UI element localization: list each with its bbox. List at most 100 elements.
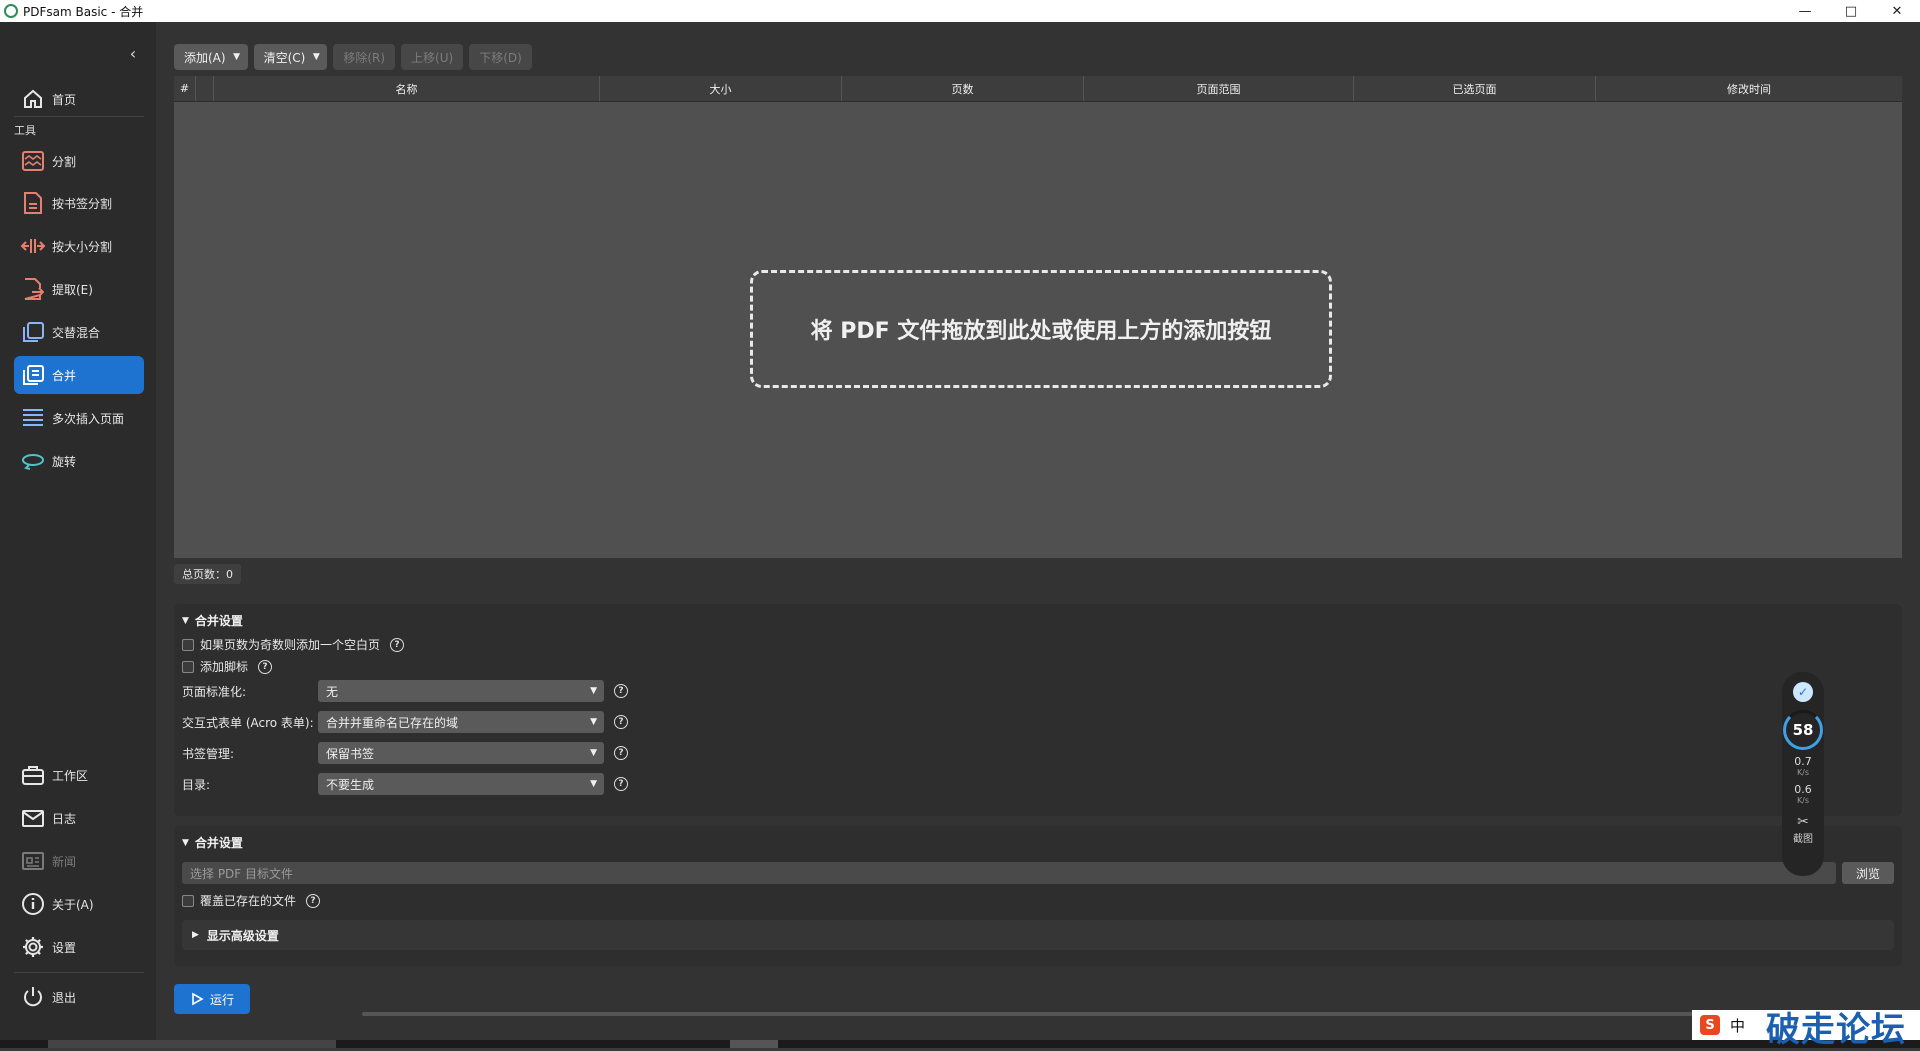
sidebar-item-label: 日志 [52, 811, 77, 826]
panel-title: 合并设置 [194, 614, 243, 628]
merge-settings-panel: ▼ 合并设置 如果页数为奇数则添加一个空白页 ? 添加脚标 ? 页面标准化: 无… [174, 604, 1902, 816]
sidebar-item-exit[interactable]: 退出 [14, 978, 144, 1016]
sidebar-item-label: 新闻 [52, 854, 77, 869]
overwrite-option[interactable]: 覆盖已存在的文件 ? [182, 892, 321, 909]
help-icon[interactable]: ? [614, 746, 628, 760]
taskbar-item[interactable] [730, 1040, 778, 1048]
sidebar-item-alternate-mix[interactable]: 交替混合 [14, 313, 144, 351]
check-icon[interactable]: ✓ [1793, 682, 1813, 702]
network-monitor-widget[interactable]: ✓ 58 0.7 K/s 0.6 K/s ✂ 截图 [1782, 672, 1824, 876]
advanced-settings-label: 显示高级设置 [206, 928, 279, 943]
speed-unit: K/s [1796, 796, 1810, 805]
news-icon [20, 848, 46, 874]
panel-title: 合并设置 [194, 836, 243, 850]
sidebar-item-logs[interactable]: 日志 [14, 799, 144, 837]
overwrite-checkbox[interactable] [182, 894, 194, 907]
triangle-right-icon: ▶ [192, 930, 199, 940]
sidebar-item-insert-pages[interactable]: 多次插入页面 [14, 399, 144, 437]
ime-mode[interactable]: 中 [1730, 1015, 1745, 1036]
table-header: # 名称 大小 页数 页面范围 已选页面 修改时间 [174, 76, 1902, 102]
taskbar-item[interactable] [48, 1040, 336, 1048]
triangle-down-icon: ▼ [182, 615, 189, 626]
sidebar-item-news[interactable]: 新闻 [14, 842, 144, 880]
chevron-down-icon[interactable]: ▼ [226, 44, 248, 70]
maximize-icon[interactable]: □ [1828, 0, 1874, 22]
column-header-page-range[interactable]: 页面范围 [1084, 76, 1354, 101]
column-header-size[interactable]: 大小 [600, 76, 842, 101]
help-icon[interactable]: ? [258, 659, 273, 674]
close-icon[interactable]: ✕ [1874, 0, 1920, 22]
download-speed: 0.6 K/s [1794, 784, 1812, 806]
footer-checkbox[interactable] [182, 660, 194, 673]
minimize-icon[interactable]: — [1782, 0, 1828, 22]
select-value: 保留书签 [326, 746, 375, 761]
sogou-logo-icon: S [1700, 1015, 1720, 1035]
sidebar-item-label: 交替混合 [52, 325, 101, 340]
merge-settings-header[interactable]: ▼ 合并设置 [182, 612, 243, 629]
blank-page-option[interactable]: 如果页数为奇数则添加一个空白页 ? [182, 636, 405, 653]
chevron-down-icon[interactable]: ▼ [305, 44, 327, 70]
sidebar-item-merge[interactable]: 合并 [14, 356, 144, 394]
sidebar-item-label: 按大小分割 [52, 239, 113, 254]
chevron-down-icon: ▼ [590, 748, 597, 758]
sidebar-item-label: 分割 [52, 154, 77, 169]
sidebar-item-workspace[interactable]: 工作区 [14, 756, 144, 794]
run-button[interactable]: 运行 [174, 984, 250, 1014]
add-button[interactable]: 添加(A) ▼ [174, 44, 248, 70]
chevron-left-icon[interactable]: ‹ [124, 44, 142, 63]
clear-button-label: 清空(C) [263, 50, 306, 65]
bookmarks-select[interactable]: 保留书签 ▼ [318, 742, 604, 764]
help-icon[interactable]: ? [614, 715, 628, 729]
run-button-label: 运行 [209, 992, 234, 1007]
file-dropzone[interactable]: 将 PDF 文件拖放到此处或使用上方的添加按钮 [750, 270, 1332, 388]
home-icon [20, 86, 46, 112]
column-header-modified[interactable]: 修改时间 [1596, 76, 1902, 101]
sidebar-item-label: 退出 [52, 990, 77, 1005]
sidebar-item-extract[interactable]: 提取(E) [14, 270, 144, 308]
sidebar-item-label: 合并 [52, 368, 77, 383]
acroforms-select[interactable]: 合并并重命名已存在的域 ▼ [318, 711, 604, 733]
help-icon[interactable]: ? [614, 777, 628, 791]
advanced-settings-toggle[interactable]: ▶ 显示高级设置 [182, 920, 1894, 950]
clear-button[interactable]: 清空(C) ▼ [253, 44, 328, 70]
output-settings-panel: ▼ 合并设置 选择 PDF 目标文件 浏览 覆盖已存在的文件 ? ▶ 显示高级设… [174, 826, 1902, 966]
help-icon[interactable]: ? [614, 684, 628, 698]
sidebar-item-label: 多次插入页面 [52, 411, 125, 426]
column-header-selected-pages[interactable]: 已选页面 [1354, 76, 1596, 101]
gear-icon [20, 934, 46, 960]
alternate-mix-icon [20, 319, 46, 345]
extract-icon [20, 276, 46, 302]
watermark-logo: 破走论坛 [1766, 1010, 1906, 1050]
sidebar-item-split-by-bookmarks[interactable]: 按书签分割 [14, 184, 144, 222]
move-down-button[interactable]: 下移(D) [469, 44, 532, 70]
footer-option[interactable]: 添加脚标 ? [182, 658, 273, 675]
help-icon[interactable]: ? [390, 637, 405, 652]
column-header-status[interactable] [196, 76, 214, 101]
sidebar-item-home[interactable]: 首页 [14, 80, 144, 118]
footer-label: 添加脚标 [200, 660, 249, 674]
chevron-down-icon: ▼ [590, 779, 597, 789]
help-icon[interactable]: ? [306, 893, 321, 908]
blank-page-checkbox[interactable] [182, 638, 194, 651]
sidebar-item-split-by-size[interactable]: 按大小分割 [14, 227, 144, 265]
destination-file-input[interactable]: 选择 PDF 目标文件 [182, 862, 1836, 884]
divider [14, 116, 144, 117]
remove-button[interactable]: 移除(R) [333, 44, 396, 70]
page-normalization-select[interactable]: 无 ▼ [318, 680, 604, 702]
move-up-button[interactable]: 上移(U) [401, 44, 464, 70]
column-header-name[interactable]: 名称 [214, 76, 600, 101]
sidebar-item-rotate[interactable]: 旋转 [14, 442, 144, 480]
sidebar-item-settings[interactable]: 设置 [14, 928, 144, 966]
column-header-index[interactable]: # [174, 76, 196, 101]
output-settings-header[interactable]: ▼ 合并设置 [182, 834, 243, 851]
screenshot-button[interactable]: ✂ 截图 [1793, 814, 1813, 845]
sidebar-item-about[interactable]: 关于(A) [14, 885, 144, 923]
column-header-pages[interactable]: 页数 [842, 76, 1084, 101]
taskbar [0, 1040, 1920, 1048]
file-table[interactable]: # 名称 大小 页数 页面范围 已选页面 修改时间 将 PDF 文件拖放到此处或… [174, 76, 1902, 558]
sidebar-item-label: 设置 [52, 940, 77, 955]
toc-select[interactable]: 不要生成 ▼ [318, 773, 604, 795]
browse-button[interactable]: 浏览 [1842, 862, 1894, 884]
insert-pages-icon [20, 405, 46, 431]
sidebar-item-split[interactable]: 分割 [14, 142, 144, 180]
